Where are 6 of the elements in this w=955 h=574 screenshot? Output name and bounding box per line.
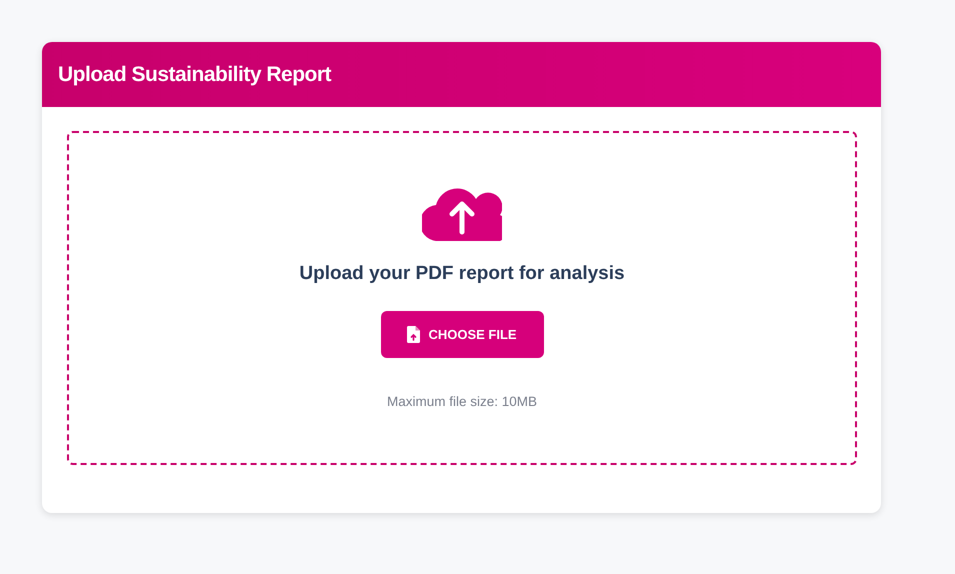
drop-zone[interactable]: Upload your PDF report for analysis CHOOSE FILE Maximum file size: 10MB bbox=[67, 131, 857, 465]
choose-file-button[interactable]: CHOOSE FILE bbox=[380, 310, 544, 358]
upload-heading: Upload your PDF report for analysis bbox=[299, 263, 625, 286]
file-upload-icon bbox=[407, 326, 420, 343]
card-header: Upload Sustainability Report bbox=[42, 42, 881, 107]
file-size-hint: Maximum file size: 10MB bbox=[386, 392, 538, 411]
